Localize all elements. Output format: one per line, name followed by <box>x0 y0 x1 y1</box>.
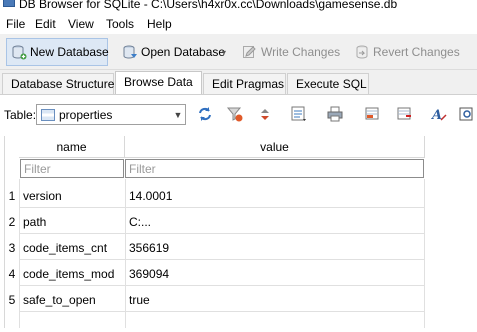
cell-name[interactable]: path <box>19 215 46 229</box>
menu-edit[interactable]: Edit <box>35 17 56 31</box>
new-database-icon <box>11 44 27 60</box>
write-changes-label: Write Changes <box>261 45 341 59</box>
open-database-dropdown-icon[interactable]: ▾ <box>222 48 226 57</box>
open-database-button[interactable]: Open Database <box>118 38 226 66</box>
revert-changes-icon <box>354 44 370 60</box>
row-divider <box>19 259 425 260</box>
font-icon[interactable]: A <box>430 105 448 123</box>
cell-value[interactable]: 14.0001 <box>125 189 172 203</box>
filter-input-name[interactable]: Filter <box>20 159 124 178</box>
table-selector[interactable]: properties ▼ <box>36 104 186 125</box>
tab-edit-pragmas[interactable]: Edit Pragmas <box>203 73 286 94</box>
row-number[interactable]: 4 <box>5 267 19 281</box>
row-number[interactable]: 1 <box>5 189 19 203</box>
cell-name[interactable]: code_items_mod <box>19 267 114 281</box>
write-changes-button[interactable]: Write Changes <box>238 38 341 66</box>
row-divider <box>19 311 425 312</box>
print-icon[interactable] <box>326 105 344 123</box>
row-number[interactable]: 3 <box>5 241 19 255</box>
filter-input-value[interactable]: Filter <box>125 159 424 178</box>
cell-value[interactable]: 369094 <box>125 267 169 281</box>
row-divider <box>19 207 425 208</box>
refresh-icon[interactable] <box>196 105 214 123</box>
new-database-label: New Database <box>30 45 109 59</box>
menu-view[interactable]: View <box>68 17 94 31</box>
svg-text:A: A <box>430 108 442 123</box>
row-number[interactable]: 2 <box>5 215 19 229</box>
open-database-icon <box>122 44 138 60</box>
cell-value[interactable]: true <box>125 293 150 307</box>
title-bar: DB Browser for SQLite - C:\Users\h4xr0x.… <box>0 0 477 14</box>
delete-record-icon[interactable] <box>396 105 414 123</box>
new-record-icon[interactable] <box>364 105 382 123</box>
cell-value[interactable]: 356619 <box>125 241 169 255</box>
column-header-value[interactable]: value <box>125 136 425 158</box>
cell-value[interactable]: C:... <box>125 215 151 229</box>
find-icon[interactable] <box>458 105 476 123</box>
cell-name[interactable]: safe_to_open <box>19 293 96 307</box>
row-divider <box>19 233 425 234</box>
row-divider <box>19 285 425 286</box>
sort-icon[interactable] <box>256 105 274 123</box>
clear-filters-icon[interactable] <box>226 105 244 123</box>
revert-changes-label: Revert Changes <box>373 45 460 59</box>
menu-tools[interactable]: Tools <box>106 17 134 31</box>
browse-data-panel: Table: properties ▼ A name value Filter … <box>0 94 477 332</box>
row-number[interactable]: 5 <box>5 293 19 307</box>
tab-execute-sql[interactable]: Execute SQL <box>287 73 369 94</box>
main-toolbar: New Database Open Database ▾ Write Chang… <box>0 34 477 70</box>
column-header-name[interactable]: name <box>19 136 125 158</box>
cell-name[interactable]: code_items_cnt <box>19 241 107 255</box>
cell-name[interactable]: version <box>19 189 62 203</box>
tab-database-structure[interactable]: Database Structure <box>2 73 114 94</box>
new-database-button[interactable]: New Database <box>6 38 109 66</box>
menu-file[interactable]: File <box>6 17 25 31</box>
data-grid: name value Filter Filter 1 version 14.00… <box>4 136 425 328</box>
menu-help[interactable]: Help <box>147 17 172 31</box>
table-label: Table: <box>4 108 37 122</box>
revert-changes-button[interactable]: Revert Changes <box>350 38 460 66</box>
grid-separator <box>424 179 425 328</box>
tab-browse-data[interactable]: Browse Data <box>115 71 202 94</box>
window-title: DB Browser for SQLite - C:\Users\h4xr0x.… <box>19 0 398 11</box>
save-table-icon[interactable] <box>290 105 308 123</box>
open-database-label: Open Database <box>141 45 226 59</box>
table-icon <box>41 108 55 121</box>
chevron-down-icon: ▼ <box>173 109 183 120</box>
menu-bar: File Edit View Tools Help <box>0 14 477 34</box>
main-tabs: Database Structure Browse Data Edit Prag… <box>0 70 477 94</box>
table-selected-value: properties <box>59 107 113 122</box>
app-icon <box>3 0 15 7</box>
write-changes-icon <box>242 44 258 60</box>
